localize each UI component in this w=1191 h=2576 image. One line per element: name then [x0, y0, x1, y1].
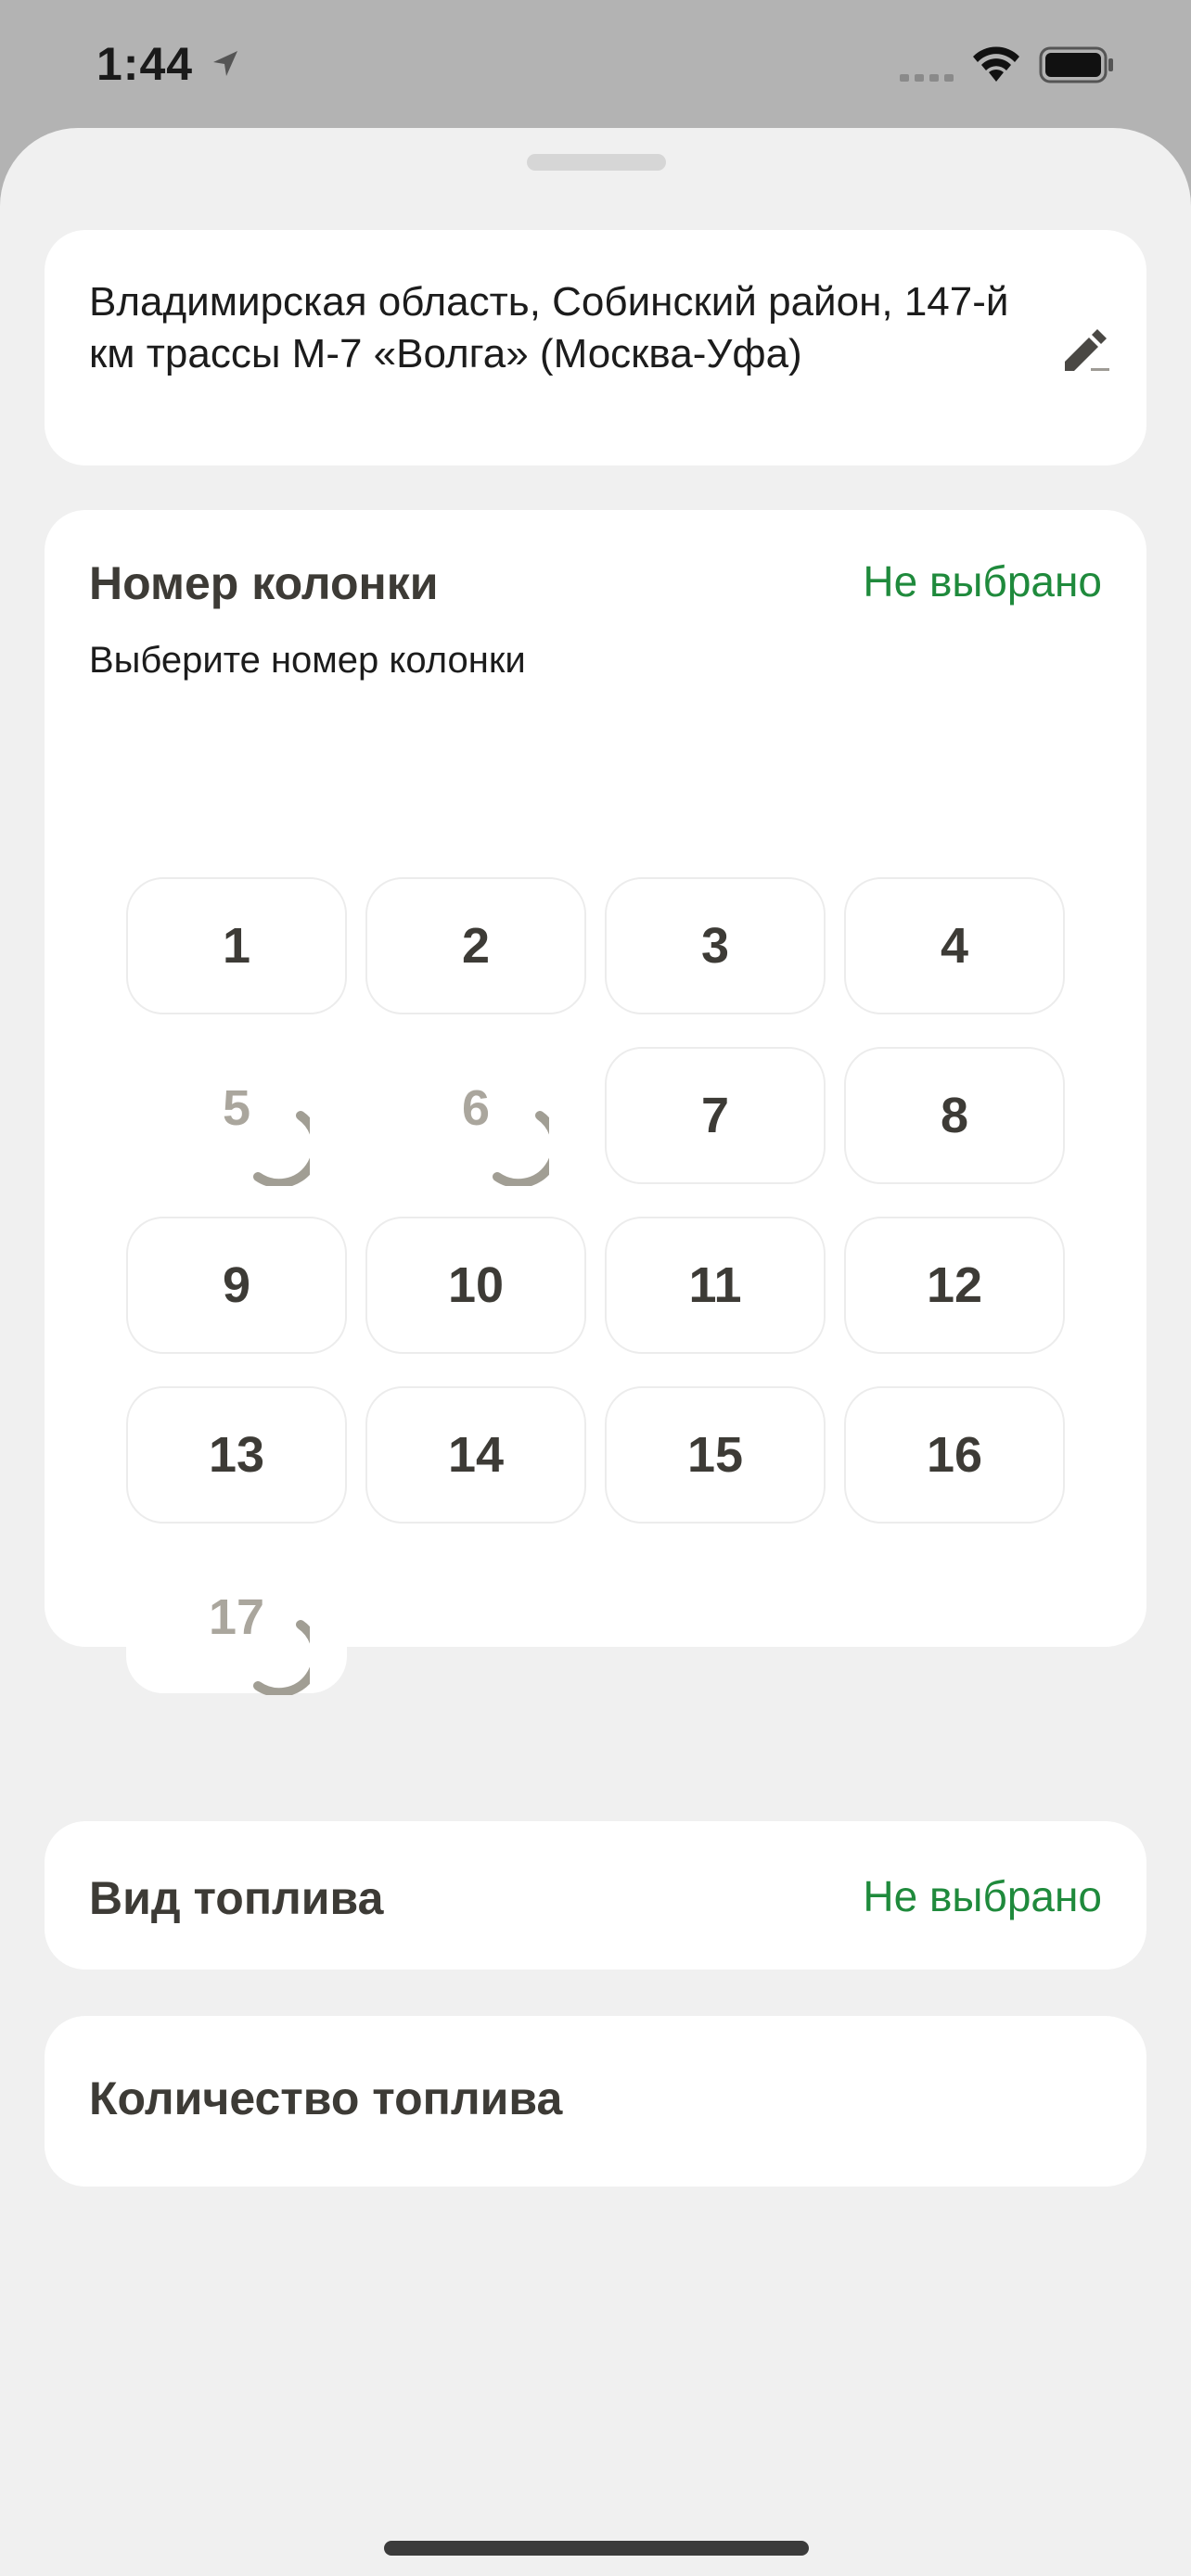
pump-number-label: 16 — [926, 1427, 983, 1483]
pump-button-9[interactable]: 9 — [126, 1217, 347, 1354]
pump-number-card: Номер колонки Не выбрано Выберите номер … — [45, 510, 1146, 1695]
pump-button-8[interactable]: 8 — [844, 1047, 1065, 1184]
pump-number-label: 9 — [222, 1257, 251, 1313]
loading-spinner-icon — [253, 1620, 310, 1695]
pump-number-label: 4 — [940, 918, 969, 974]
pump-number-label: 1 — [222, 918, 251, 974]
battery-icon — [1039, 46, 1113, 83]
pump-section-subtitle: Выберите номер колонки — [89, 640, 526, 681]
pump-button-4[interactable]: 4 — [844, 877, 1065, 1014]
pump-button-2[interactable]: 2 — [365, 877, 586, 1014]
station-address: Владимирская область, Собинский район, 1… — [89, 279, 1009, 376]
pump-button-16[interactable]: 16 — [844, 1386, 1065, 1524]
status-bar: 1:44 — [0, 0, 1191, 130]
pump-number-label: 10 — [447, 1257, 505, 1313]
pump-button-5[interactable]: 5 — [126, 1047, 347, 1186]
pump-number-label: 2 — [461, 918, 491, 974]
pump-number-label: 3 — [700, 918, 730, 974]
fuel-type-card[interactable]: Вид топлива Не выбрано — [45, 1821, 1146, 1970]
fuel-quantity-card[interactable]: Количество топлива — [45, 2016, 1146, 2187]
pump-button-6[interactable]: 6 — [365, 1047, 586, 1186]
pump-button-12[interactable]: 12 — [844, 1217, 1065, 1354]
pump-button-15[interactable]: 15 — [605, 1386, 826, 1524]
pump-button-7[interactable]: 7 — [605, 1047, 826, 1184]
status-time: 1:44 — [96, 38, 194, 90]
pump-number-label: 14 — [447, 1427, 505, 1483]
pump-button-10[interactable]: 10 — [365, 1217, 586, 1354]
home-indicator[interactable] — [384, 2541, 809, 2556]
pump-number-label: 15 — [686, 1427, 744, 1483]
edit-pencil-icon[interactable] — [1057, 323, 1109, 375]
pump-button-17[interactable]: 17 — [126, 1556, 347, 1695]
pump-number-label: 7 — [700, 1088, 730, 1143]
pump-selection-status: Не выбрано — [863, 557, 1102, 606]
location-arrow-icon — [213, 51, 237, 76]
cellular-signal-icon — [900, 74, 954, 82]
sheet-grabber[interactable] — [527, 154, 666, 171]
pump-button-14[interactable]: 14 — [365, 1386, 586, 1524]
pump-button-11[interactable]: 11 — [605, 1217, 826, 1354]
loading-spinner-icon — [253, 1111, 310, 1186]
loading-spinner-icon — [493, 1111, 549, 1186]
wifi-icon — [973, 46, 1019, 82]
pump-button-1[interactable]: 1 — [126, 877, 347, 1014]
bottom-sheet: Владимирская область, Собинский район, 1… — [0, 128, 1191, 2576]
pump-number-label: 12 — [926, 1257, 983, 1313]
address-card: Владимирская область, Собинский район, 1… — [45, 230, 1146, 465]
pump-button-13[interactable]: 13 — [126, 1386, 347, 1524]
pump-button-3[interactable]: 3 — [605, 877, 826, 1014]
pump-number-label: 11 — [688, 1257, 742, 1313]
pump-section-title: Номер колонки — [89, 557, 439, 609]
pump-grid: 1 2 3 4 5 6 7 8 9 10 11 12 13 14 15 16 17 — [126, 877, 1065, 1695]
fuel-quantity-title: Количество топлива — [89, 2072, 563, 2124]
pump-number-label: 13 — [208, 1427, 265, 1483]
pump-number-label: 8 — [940, 1088, 969, 1143]
fuel-type-title: Вид топлива — [89, 1872, 384, 1924]
fuel-type-status: Не выбрано — [863, 1872, 1102, 1920]
